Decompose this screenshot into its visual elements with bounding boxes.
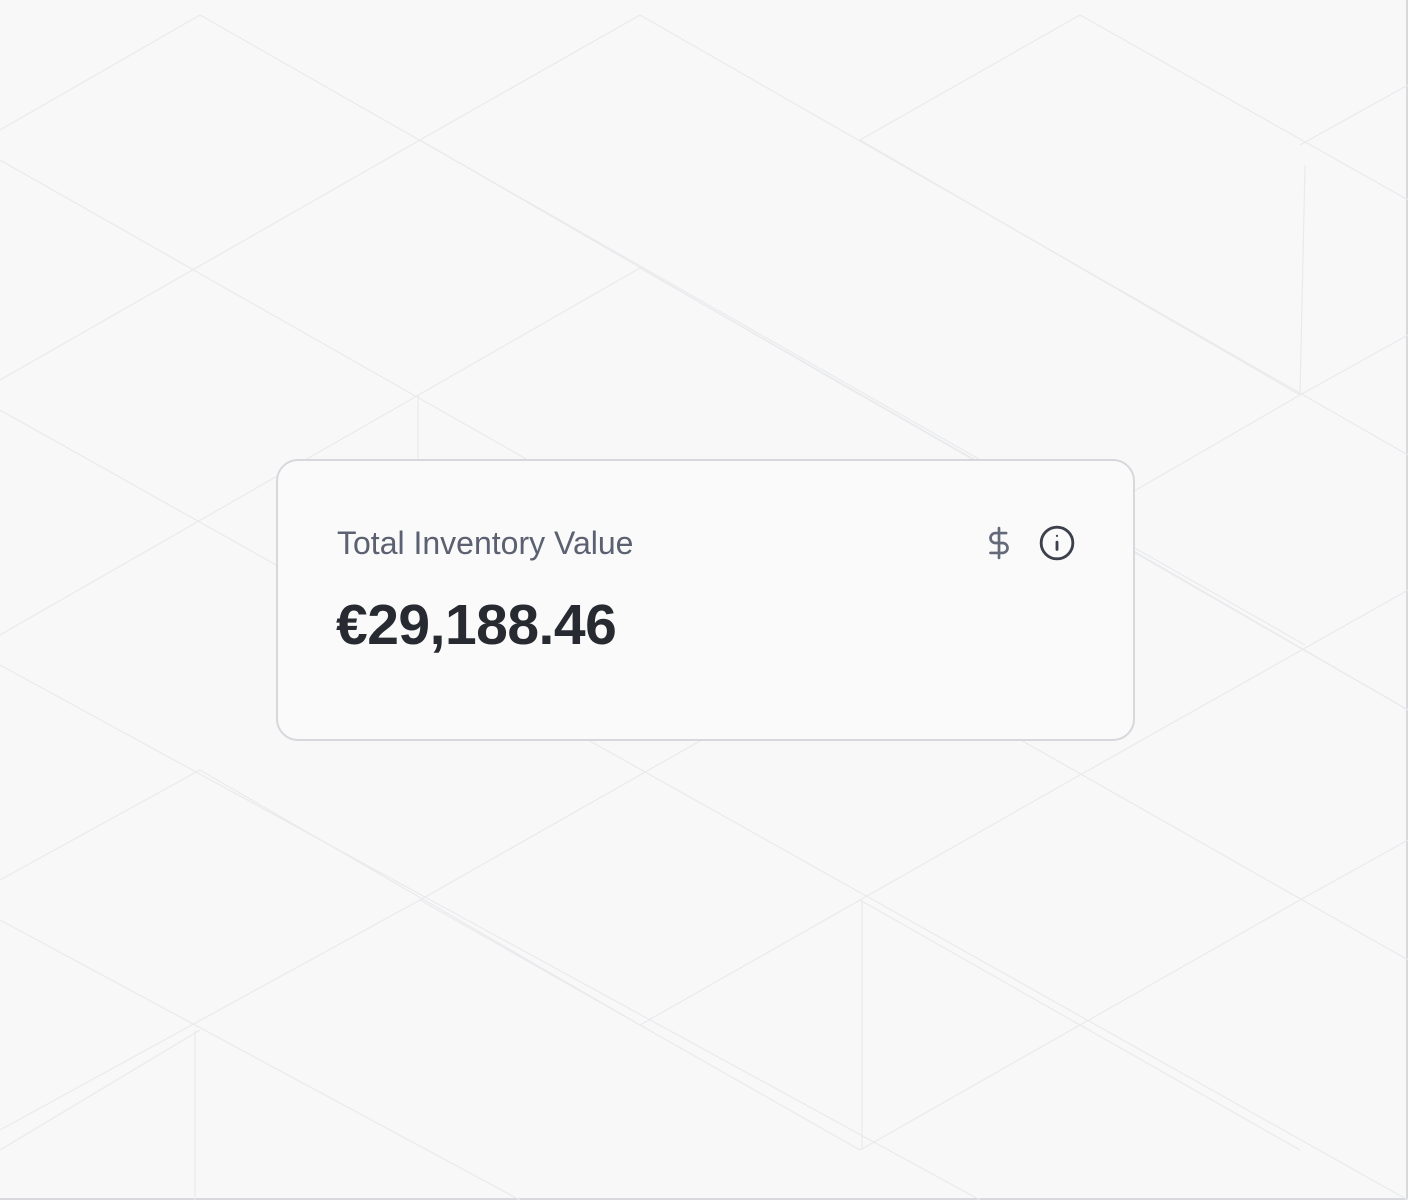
dollar-sign-icon — [982, 524, 1016, 562]
info-icon[interactable] — [1038, 524, 1076, 562]
inventory-value: €29,188.46 — [336, 593, 617, 657]
card-label: Total Inventory Value — [337, 525, 634, 561]
inventory-value-card: Total Inventory Value €29,188.46 — [276, 459, 1135, 741]
